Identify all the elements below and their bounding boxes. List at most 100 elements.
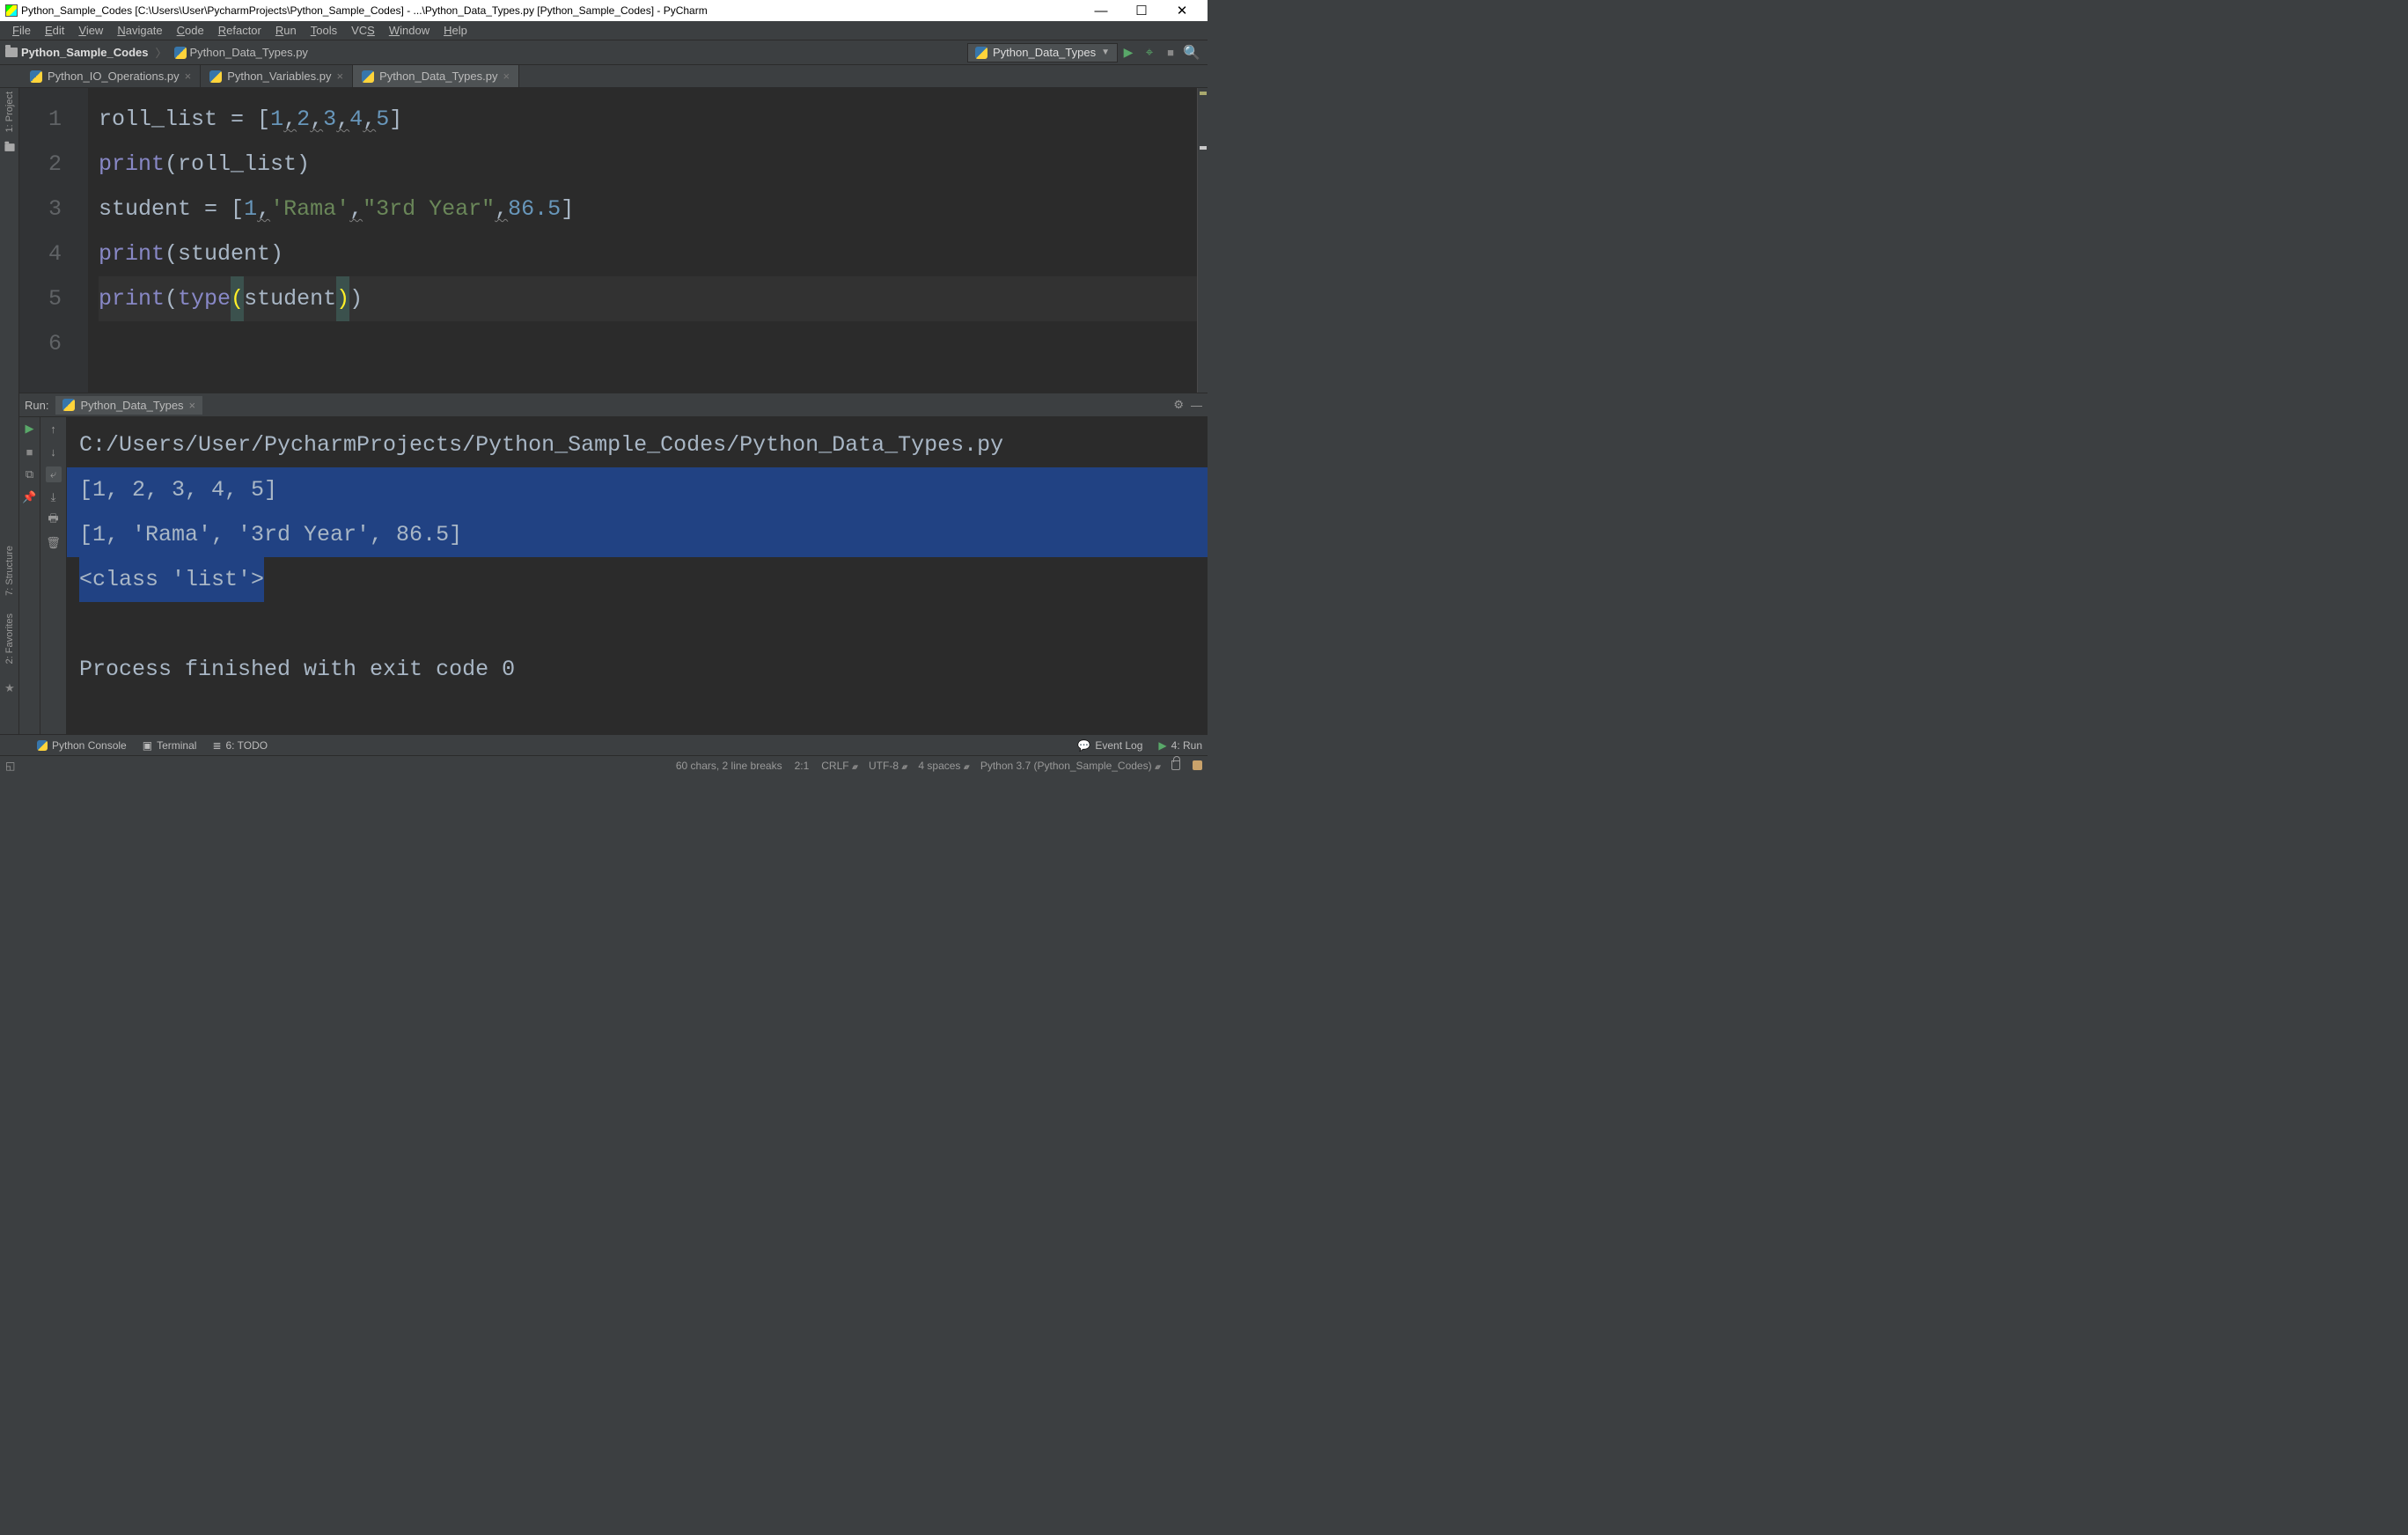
- pin-button[interactable]: 📌: [22, 489, 38, 505]
- python-script-icon: [975, 47, 987, 59]
- python-file-icon: [209, 70, 222, 83]
- status-caret-position[interactable]: 2:1: [795, 760, 810, 772]
- close-tab-icon[interactable]: ×: [185, 70, 192, 83]
- bottom-tool-tabs: Python Console ▣ Terminal ≣ 6: TODO 💬 Ev…: [0, 734, 1208, 755]
- python-icon: [37, 740, 48, 751]
- terminal-tab[interactable]: ▣ Terminal: [143, 739, 197, 752]
- run-button[interactable]: ▶: [1118, 43, 1139, 62]
- project-tool-label: 1: Project: [4, 92, 15, 132]
- menu-window[interactable]: Window: [382, 24, 437, 37]
- print-button[interactable]: 🖶: [46, 512, 62, 528]
- editor-tab[interactable]: Python_Data_Types.py×: [353, 65, 519, 87]
- python-file-icon: [174, 47, 187, 59]
- debug-button[interactable]: ⌖: [1139, 43, 1160, 62]
- breadcrumb-file: Python_Data_Types.py: [190, 46, 308, 59]
- python-console-tab[interactable]: Python Console: [37, 739, 127, 752]
- menu-edit[interactable]: Edit: [38, 24, 71, 37]
- tool-windows-quick-access-icon[interactable]: ◱: [5, 760, 15, 772]
- menu-tools[interactable]: Tools: [304, 24, 344, 37]
- run-toolbar-secondary: ↑ ↓ ⤶ ⤓ 🖶 🗑: [40, 417, 67, 734]
- menu-view[interactable]: View: [71, 24, 110, 37]
- folder-icon: [4, 144, 14, 152]
- close-tab-icon[interactable]: ×: [336, 70, 343, 83]
- menu-refactor[interactable]: Refactor: [211, 24, 268, 37]
- code-body[interactable]: roll_list = [1,2,3,4,5]print(roll_list)s…: [88, 88, 1197, 393]
- tab-label: Python_Variables.py: [227, 70, 331, 83]
- breadcrumb-separator-icon: 〉: [152, 44, 171, 61]
- menu-navigate[interactable]: Navigate: [110, 24, 169, 37]
- down-stack-button[interactable]: ↓: [46, 444, 62, 459]
- run-toolbar-primary: ▶ ■ ⧉ 📌: [19, 417, 40, 734]
- menu-vcs[interactable]: VCS: [344, 24, 382, 37]
- editor-tabs: Python_IO_Operations.py×Python_Variables…: [0, 65, 1208, 88]
- stop-button[interactable]: ■: [1160, 43, 1181, 62]
- todo-tab[interactable]: ≣ 6: TODO: [212, 739, 268, 752]
- favorites-tool-label: 2: Favorites: [4, 613, 15, 664]
- maximize-button[interactable]: ☐: [1121, 3, 1162, 18]
- run-icon: ▶: [1158, 739, 1166, 752]
- menu-file[interactable]: File: [5, 24, 38, 37]
- project-tool-button[interactable]: 1: Project: [4, 92, 15, 132]
- close-tab-icon[interactable]: ×: [503, 70, 510, 83]
- layout-button[interactable]: ⧉: [22, 466, 38, 482]
- run-panel-title: Run:: [25, 399, 48, 412]
- favorites-tool-button[interactable]: 2: Favorites: [4, 613, 15, 664]
- rerun-button[interactable]: ▶: [22, 421, 38, 437]
- search-everywhere-button[interactable]: 🔍: [1181, 43, 1202, 62]
- pycharm-app-icon: [5, 4, 18, 17]
- status-line-separator[interactable]: CRLF ▴▾: [821, 760, 856, 772]
- python-console-label: Python Console: [52, 739, 127, 752]
- todo-label: 6: TODO: [226, 739, 268, 752]
- event-log-label: Event Log: [1095, 739, 1142, 752]
- soft-wrap-button[interactable]: ⤶: [46, 466, 62, 482]
- read-only-lock-icon[interactable]: [1171, 760, 1180, 770]
- menu-run[interactable]: Run: [268, 24, 304, 37]
- hide-panel-icon[interactable]: —: [1191, 399, 1202, 412]
- menu-help[interactable]: Help: [437, 24, 474, 37]
- status-bar: ◱ 60 chars, 2 line breaks 2:1 CRLF ▴▾ UT…: [0, 755, 1208, 775]
- run-config-label: Python_Data_Types: [993, 46, 1096, 59]
- navigation-bar: Python_Sample_Codes 〉 Python_Data_Types.…: [0, 40, 1208, 65]
- status-selection: 60 chars, 2 line breaks: [676, 760, 782, 772]
- structure-tool-button[interactable]: 7: Structure: [4, 546, 15, 596]
- up-stack-button[interactable]: ↑: [46, 421, 62, 437]
- status-encoding[interactable]: UTF-8 ▴▾: [869, 760, 906, 772]
- minimize-button[interactable]: —: [1081, 4, 1121, 18]
- terminal-icon: ▣: [143, 739, 152, 752]
- close-window-button[interactable]: ✕: [1162, 3, 1202, 18]
- window-title: Python_Sample_Codes [C:\Users\User\Pycha…: [21, 4, 1081, 17]
- clear-all-button[interactable]: 🗑: [46, 535, 62, 551]
- error-stripe[interactable]: [1197, 88, 1208, 393]
- editor-tab[interactable]: Python_IO_Operations.py ×: [21, 65, 201, 87]
- scroll-to-end-button[interactable]: ⤓: [46, 489, 62, 505]
- status-interpreter[interactable]: Python 3.7 (Python_Sample_Codes) ▴▾: [980, 760, 1159, 772]
- structure-tool-label: 7: Structure: [4, 546, 15, 596]
- breadcrumb[interactable]: Python_Sample_Codes 〉 Python_Data_Types.…: [5, 44, 308, 61]
- settings-gear-icon[interactable]: ⚙: [1173, 398, 1184, 412]
- speech-bubble-icon: 💬: [1077, 739, 1090, 752]
- terminal-label: Terminal: [157, 739, 196, 752]
- run-tab-label: 4: Run: [1171, 739, 1202, 752]
- editor-tab[interactable]: Python_Variables.py ×: [201, 65, 353, 87]
- gutter-line-numbers: 123456: [19, 88, 88, 393]
- run-tab-label: Python_Data_Types: [80, 399, 183, 412]
- event-log-tab[interactable]: 💬 Event Log: [1077, 739, 1142, 752]
- inspector-icon[interactable]: [1193, 760, 1202, 770]
- status-indent[interactable]: 4 spaces ▴▾: [918, 760, 967, 772]
- code-editor[interactable]: 123456 roll_list = [1,2,3,4,5]print(roll…: [19, 88, 1208, 393]
- menu-code[interactable]: Code: [170, 24, 211, 37]
- folder-icon: [5, 48, 18, 57]
- stop-process-button[interactable]: ■: [22, 444, 38, 459]
- run-configuration-selector[interactable]: Python_Data_Types ▼: [967, 43, 1118, 62]
- close-tab-icon[interactable]: ×: [189, 399, 196, 412]
- tab-label: Python_IO_Operations.py: [48, 70, 180, 83]
- run-tab[interactable]: Python_Data_Types ×: [55, 396, 202, 415]
- star-icon: ★: [4, 681, 15, 695]
- main-menu-bar: FileEditViewNavigateCodeRefactorRunTools…: [0, 21, 1208, 40]
- console-output[interactable]: C:/Users/User/PycharmProjects/Python_Sam…: [67, 417, 1208, 734]
- todo-icon: ≣: [212, 739, 221, 752]
- dropdown-triangle-icon: ▼: [1101, 48, 1110, 57]
- run-tab-bottom[interactable]: ▶ 4: Run: [1158, 739, 1202, 752]
- breadcrumb-project: Python_Sample_Codes: [21, 46, 149, 59]
- window-titlebar: Python_Sample_Codes [C:\Users\User\Pycha…: [0, 0, 1208, 21]
